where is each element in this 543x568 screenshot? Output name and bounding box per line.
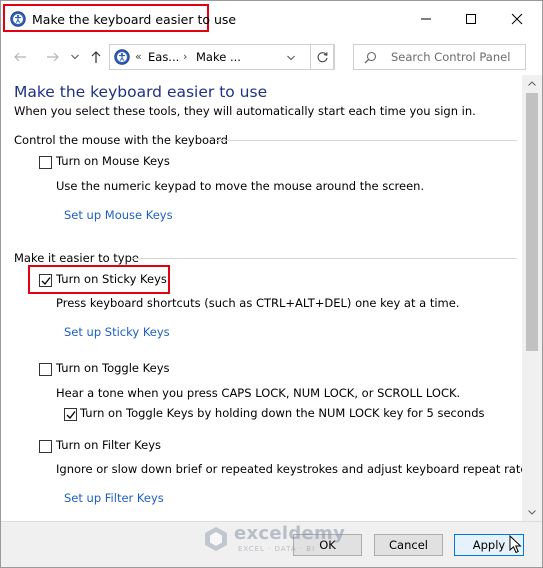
scrollbar-thumb[interactable] xyxy=(526,93,538,351)
breadcrumb[interactable]: « Eas... › Make ... xyxy=(109,44,334,70)
breadcrumb-item-current[interactable]: Make ... xyxy=(196,50,241,64)
breadcrumb-item-ease-of-access[interactable]: Eas... xyxy=(148,50,179,64)
breadcrumb-overflow[interactable]: « xyxy=(135,50,142,63)
refresh-button[interactable] xyxy=(310,44,335,70)
address-bar: « Eas... › Make ... Search Control Panel xyxy=(1,39,542,75)
recent-locations-button[interactable] xyxy=(64,47,86,67)
filter-keys-label[interactable]: Turn on Filter Keys xyxy=(56,438,161,452)
sticky-keys-description: Press keyboard shortcuts (such as CTRL+A… xyxy=(56,296,460,310)
close-button[interactable] xyxy=(494,1,540,37)
checkmark-icon xyxy=(66,411,76,419)
ease-of-access-icon xyxy=(114,49,130,65)
ease-of-access-icon xyxy=(10,11,26,27)
forward-arrow-icon xyxy=(47,52,59,62)
chevron-down-icon[interactable] xyxy=(287,55,295,61)
section-heading-typing: Make it easier to type xyxy=(14,251,139,265)
checkmark-icon xyxy=(41,277,51,285)
minimize-icon xyxy=(421,18,431,20)
section-divider xyxy=(132,258,517,259)
scroll-up-button[interactable] xyxy=(522,75,542,92)
set-up-filter-keys-link[interactable]: Set up Filter Keys xyxy=(64,491,164,505)
maximize-button[interactable] xyxy=(448,1,494,37)
watermark-name: exceldemy xyxy=(234,523,346,544)
vertical-scrollbar[interactable] xyxy=(522,75,542,521)
breadcrumb-arrow: › xyxy=(183,50,188,63)
watermark-tagline: EXCEL · DATA · BI xyxy=(238,545,316,553)
search-input[interactable]: Search Control Panel xyxy=(391,50,510,64)
window-title: Make the keyboard easier to use xyxy=(32,12,237,27)
sticky-keys-label[interactable]: Turn on Sticky Keys xyxy=(56,272,167,286)
search-box[interactable]: Search Control Panel xyxy=(353,44,526,70)
exceldemy-watermark: exceldemy EXCEL · DATA · BI xyxy=(198,522,345,556)
close-icon xyxy=(511,13,523,25)
toggle-keys-hold-checkbox[interactable] xyxy=(64,408,77,421)
page-title: Make the keyboard easier to use xyxy=(14,83,268,101)
back-arrow-icon xyxy=(14,52,26,62)
toggle-keys-hold-label[interactable]: Turn on Toggle Keys by holding down the … xyxy=(80,406,484,420)
filter-keys-checkbox[interactable] xyxy=(39,440,52,453)
section-heading-mouse: Control the mouse with the keyboard xyxy=(14,133,228,147)
up-arrow-icon xyxy=(91,51,101,63)
minimize-button[interactable] xyxy=(403,1,449,37)
cancel-button[interactable]: Cancel xyxy=(374,534,443,556)
scroll-down-button[interactable] xyxy=(522,504,542,521)
set-up-mouse-keys-link[interactable]: Set up Mouse Keys xyxy=(64,208,173,222)
chevron-up-icon xyxy=(528,81,536,86)
mouse-keys-checkbox[interactable] xyxy=(39,156,52,169)
sticky-keys-checkbox[interactable] xyxy=(39,274,52,287)
mouse-keys-label[interactable]: Turn on Mouse Keys xyxy=(56,154,170,168)
chevron-down-icon xyxy=(71,54,79,60)
title-bar: Make the keyboard easier to use xyxy=(1,1,542,39)
section-divider xyxy=(215,140,517,141)
up-button[interactable] xyxy=(85,47,107,67)
forward-button[interactable] xyxy=(42,47,64,67)
page-subtitle: When you select these tools, they will a… xyxy=(14,104,476,118)
toggle-keys-checkbox[interactable] xyxy=(39,363,52,376)
toggle-keys-label[interactable]: Turn on Toggle Keys xyxy=(56,361,170,375)
window: Make the keyboard easier to use « Eas...… xyxy=(0,0,543,568)
set-up-sticky-keys-link[interactable]: Set up Sticky Keys xyxy=(64,325,170,339)
maximize-icon xyxy=(466,14,476,24)
toggle-keys-description: Hear a tone when you press CAPS LOCK, NU… xyxy=(56,386,461,400)
back-button[interactable] xyxy=(9,47,31,67)
exceldemy-logo-icon xyxy=(205,527,227,551)
mouse-cursor-icon xyxy=(509,535,522,554)
mouse-keys-description: Use the numeric keypad to move the mouse… xyxy=(56,179,425,193)
filter-keys-description: Ignore or slow down brief or repeated ke… xyxy=(56,462,538,476)
refresh-icon xyxy=(317,51,328,62)
main-content: Make the keyboard easier to use When you… xyxy=(1,75,537,521)
search-icon xyxy=(364,51,377,64)
chevron-down-icon xyxy=(528,510,536,515)
